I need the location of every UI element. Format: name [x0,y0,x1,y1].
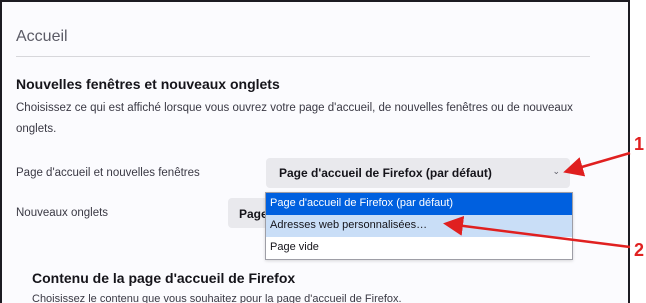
homepage-dropdown-list: Page d'accueil de Firefox (par défaut) A… [265,192,573,260]
option-blank-page[interactable]: Page vide [266,237,572,259]
settings-panel: Accueil Nouvelles fenêtres et nouveaux o… [0,0,630,303]
newtab-label: Nouveaux onglets [16,207,109,219]
option-custom-urls[interactable]: Adresses web personnalisées… [266,215,572,237]
callout-number-2: 2 [634,240,645,260]
homepage-label: Page d'accueil et nouvelles fenêtres [16,167,200,179]
homepage-select-value: Page d'accueil de Firefox (par défaut) [279,166,492,180]
section-title: Accueil [16,28,68,45]
newtab-select-value: Page [239,207,268,221]
chevron-down-icon: ⌄ [552,166,560,176]
new-windows-tabs-description: Choisissez ce qui est affiché lorsque vo… [16,102,573,135]
option-firefox-home[interactable]: Page d'accueil de Firefox (par défaut) [266,193,572,215]
homepage-select[interactable]: Page d'accueil de Firefox (par défaut) ⌄ [266,158,570,188]
firefox-home-content-description: Choisissez le contenu que vous souhaitez… [32,293,402,303]
new-windows-tabs-heading: Nouvelles fenêtres et nouveaux onglets [16,76,280,92]
newtab-select[interactable]: Page [228,198,270,228]
callout-number-1: 1 [634,134,645,154]
firefox-home-content-heading: Contenu de la page d'accueil de Firefox [32,270,296,286]
divider [16,56,590,57]
